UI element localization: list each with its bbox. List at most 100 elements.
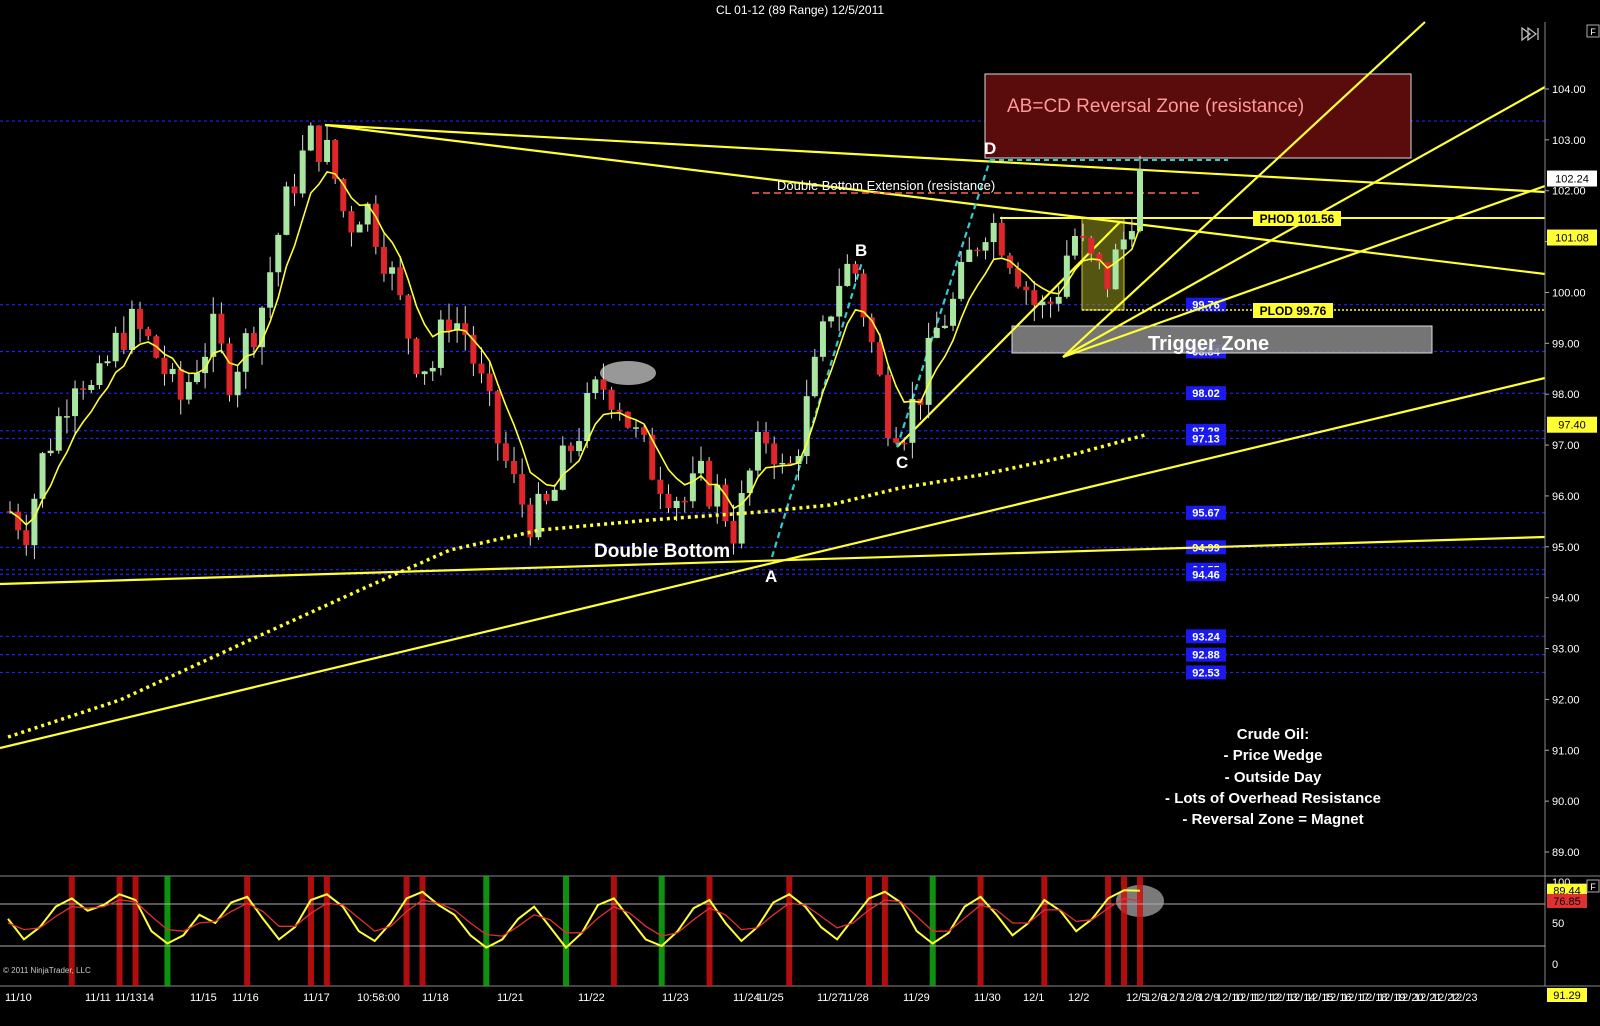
candle-body [145, 329, 152, 337]
oscillator-bar [1105, 876, 1112, 986]
candle-body [819, 321, 826, 357]
x-tick-label: 11/18 [422, 992, 449, 1004]
y-tick-label: 103.00 [1552, 135, 1586, 147]
x-tick-label: 11/25 [757, 992, 784, 1004]
candle-body [657, 479, 664, 494]
candle-body [413, 338, 420, 375]
x-tick-label: 11/30 [974, 992, 1001, 1004]
oscillator-bar [865, 876, 872, 986]
oscillator-bar [786, 876, 793, 986]
candle-body [1023, 286, 1030, 291]
candle-body [551, 489, 558, 501]
y-tick-label: 100.00 [1552, 287, 1586, 299]
candle-body [909, 398, 916, 443]
scroll-end-icon[interactable] [1521, 26, 1539, 42]
candle-body [324, 139, 331, 162]
candle-body [104, 361, 111, 364]
oscillator-bar [244, 876, 251, 986]
candle-body [348, 211, 355, 233]
candle-body [624, 411, 631, 428]
candle-body [283, 186, 290, 235]
candle-body [1120, 239, 1127, 250]
candle-body [445, 319, 452, 331]
level-label: 94.46 [1192, 569, 1220, 581]
candle-body [226, 343, 233, 396]
candle-body [405, 295, 412, 339]
candle-body [600, 379, 607, 390]
oscillator-bar [323, 876, 330, 986]
candle-body [901, 442, 908, 445]
double-bottom-label: Double Bottom [594, 541, 730, 562]
osc-y-tick-label: 0 [1552, 959, 1558, 971]
candle-body [1088, 237, 1095, 254]
y-tick-label: 90.00 [1552, 796, 1580, 808]
candle-body [1137, 169, 1143, 232]
candle-body [966, 249, 973, 262]
candle-body [47, 450, 54, 454]
oscillator-bar [706, 876, 713, 986]
note-line-1: Crude Oil: [1237, 726, 1310, 743]
chart-canvas[interactable]: 103.3799.7698.8498.0297.2897.1395.6794.9… [0, 0, 1600, 1026]
candle-body [689, 473, 696, 502]
panel-f-label: F [1590, 27, 1596, 37]
phod-label: PHOD 101.56 [1260, 212, 1335, 226]
x-tick-label: 12/1 [1023, 992, 1044, 1004]
panel-f-button[interactable]: F [1586, 24, 1600, 38]
candle-body [502, 443, 509, 461]
candle-body [1031, 290, 1038, 306]
oscillator-bar [658, 876, 665, 986]
candle-body [982, 242, 989, 251]
candle-body [218, 313, 225, 344]
candle-body [96, 363, 103, 386]
candle-body [291, 186, 298, 194]
y-tick-label: 98.00 [1552, 389, 1580, 401]
candle-body [811, 356, 818, 397]
candle-body [844, 263, 851, 286]
candle-body [210, 313, 217, 357]
level-label: 95.67 [1192, 508, 1220, 520]
x-tick-label: 12/23 [1450, 992, 1478, 1004]
candle-body [828, 316, 835, 322]
x-tick-label: 11/17 [303, 992, 330, 1004]
reversal-zone-label: AB=CD Reversal Zone (resistance) [1007, 96, 1304, 117]
osc-badge-label: 91.29 [1553, 990, 1581, 1002]
point-c-label: C [896, 453, 908, 472]
x-tick-label: 12/2 [1068, 992, 1089, 1004]
support-line-long [0, 376, 1546, 750]
oscillator-bar [403, 876, 410, 986]
candle-body [1071, 235, 1078, 256]
oscillator-bar [116, 876, 123, 986]
x-tick-label: 10:58:00 [357, 992, 400, 1004]
x-tick-label: 11/21 [497, 992, 524, 1004]
level-label: 92.88 [1192, 650, 1220, 662]
x-tick-label: 11/11 [85, 992, 111, 1004]
candle-body [649, 434, 656, 480]
y-tick-label: 95.00 [1552, 542, 1580, 554]
candle-body [543, 493, 550, 501]
point-d-label: D [984, 139, 996, 158]
candle-body [177, 368, 184, 400]
candle-body [242, 333, 249, 372]
candle-body [933, 327, 940, 338]
candle-body [315, 125, 322, 162]
double-bottom-ext-label: Double Bottom Extension (resistance) [777, 178, 995, 193]
y-tick-label: 99.00 [1552, 338, 1580, 350]
candle-body [974, 249, 981, 252]
candle-body [31, 498, 38, 546]
candle-body [161, 357, 168, 375]
ema-line [9, 170, 1141, 526]
candle-body [299, 150, 306, 194]
candle-body [421, 371, 428, 375]
oscillator-bar [132, 876, 139, 986]
candle-body [511, 460, 518, 475]
price-badge-label: 101.08 [1555, 233, 1589, 245]
candle-body [698, 460, 705, 474]
candle-body [754, 431, 761, 471]
y-tick-label: 104.00 [1552, 84, 1586, 96]
phod-badge: PHOD 101.56 [1253, 211, 1341, 226]
candle-body [72, 388, 79, 417]
note-line-3: - Outside Day [1225, 769, 1322, 786]
note-line-5: - Reversal Zone = Magnet [1182, 811, 1363, 828]
indicator-f-button[interactable]: F [1586, 879, 1600, 893]
candle-body [193, 373, 200, 383]
